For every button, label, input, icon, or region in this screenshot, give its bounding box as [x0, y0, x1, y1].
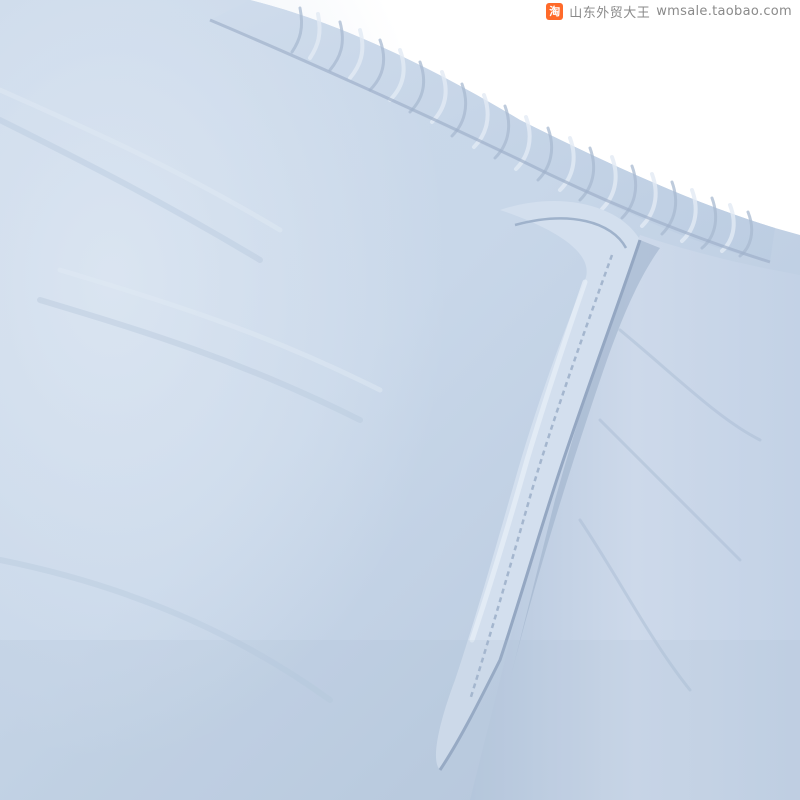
store-watermark: 淘 山东外贸大王 wmsale.taobao.com: [540, 0, 800, 22]
fabric-icon: [0, 0, 800, 800]
product-photo-frame: 淘 山东外贸大王 wmsale.taobao.com: [0, 0, 800, 800]
taobao-badge-icon: 淘: [546, 2, 564, 20]
store-name: 山东外贸大王: [569, 5, 651, 21]
store-url: wmsale.taobao.com: [656, 3, 792, 19]
